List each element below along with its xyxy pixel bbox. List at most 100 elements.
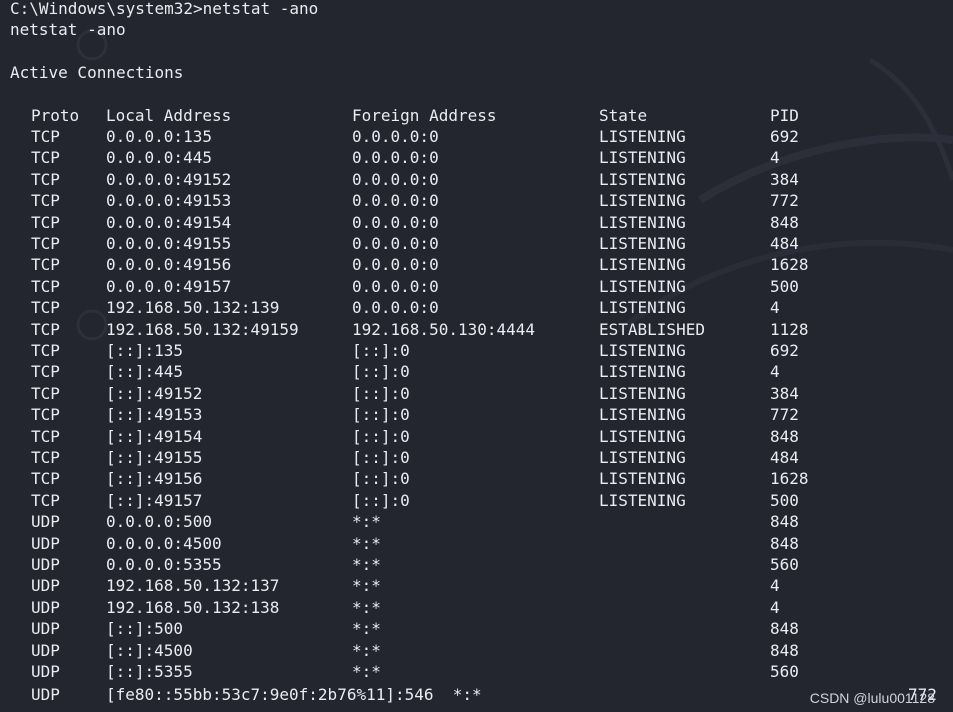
row-foreign-address: 0.0.0.0:0 [352,191,439,211]
row-proto: UDP [31,555,60,574]
terminal-output[interactable]: C:\Windows\system32>netstat -ano netstat… [10,0,953,712]
row-state: LISTENING [599,234,686,253]
row-state: LISTENING [599,405,686,425]
row-state: LISTENING [599,169,686,189]
row-pid: 848 [770,212,799,232]
header-state: State [599,106,648,125]
table-row: TCP 0.0.0.0:49154 0.0.0.0:0 LISTENING 848 [10,212,910,233]
row-local-address: [::]:500 [106,619,184,639]
row-proto: TCP [31,448,60,467]
row-foreign-address: 0.0.0.0:0 [352,298,439,318]
table-row: TCP 0.0.0.0:49152 0.0.0.0:0 LISTENING 384 [10,169,910,190]
table-row: UDP [::]:5355 *:* 560 [10,661,910,682]
row-proto: TCP [31,383,60,403]
row-proto: TCP [31,191,60,211]
row-state: LISTENING [599,212,686,232]
table-row: TCP [::]:49156 [::]:0 LISTENING 1628 [10,468,910,489]
table-row: TCP 192.168.50.132:139 0.0.0.0:0 LISTENING 4 [10,297,910,318]
row-foreign-address: [::]:0 [352,362,410,382]
table-row: TCP 0.0.0.0:445 0.0.0.0:0 LISTENING 4 [10,147,910,168]
table-row: TCP 0.0.0.0:49156 0.0.0.0:0 LISTENING 1628 [10,254,910,275]
row-foreign-address: *:* [352,533,381,553]
row-state: LISTENING [599,448,686,467]
row-proto: TCP [31,298,60,318]
row-proto: TCP [31,341,60,360]
row-local-address: [::]:5355 [106,662,193,681]
row-proto: TCP [31,469,60,489]
row-local-address: 0.0.0.0:49155 [106,234,232,253]
row-pid: 848 [770,512,799,532]
row-state: LISTENING [599,276,686,296]
row-state: LISTENING [599,341,686,360]
row-proto: TCP [31,148,60,168]
row-local-address: 0.0.0.0:49156 [106,255,232,275]
table-row: TCP 0.0.0.0:49157 0.0.0.0:0 LISTENING 500 [10,276,910,297]
row-foreign-address: 0.0.0.0:0 [352,255,439,275]
row-local-and-foreign: [fe80::55bb:53c7:9e0f:2b76%11]:546 *:* [106,685,482,704]
row-pid: 4 [770,597,780,617]
row-pid: 1628 [770,469,809,489]
row-state: LISTENING [599,148,686,168]
row-proto: TCP [31,405,60,425]
row-foreign-address: [::]:0 [352,341,410,360]
row-foreign-address: *:* [352,619,381,639]
section-title: Active Connections [10,63,184,82]
row-foreign-address: [::]:0 [352,426,410,446]
table-row: UDP [::]:500 *:* 848 [10,618,910,639]
row-local-address: 0.0.0.0:500 [106,512,212,532]
row-foreign-address: 0.0.0.0:0 [352,148,439,168]
row-local-address: 0.0.0.0:49152 [106,169,232,189]
row-local-address: [::]:49152 [106,383,203,403]
row-pid: 4 [770,148,780,168]
table-row: UDP 0.0.0.0:5355 *:* 560 [10,554,910,575]
command-echo-line: netstat -ano [10,20,126,39]
row-foreign-address: 0.0.0.0:0 [352,169,439,189]
row-pid: 848 [770,426,799,446]
row-proto: UDP [31,619,60,639]
row-state: LISTENING [599,191,686,211]
row-local-address: [::]:49157 [106,490,203,510]
row-pid: 1628 [770,255,809,275]
row-proto: TCP [31,212,60,232]
row-pid: 384 [770,383,799,403]
header-pid: PID [770,106,799,125]
row-local-address: [::]:49153 [106,405,203,425]
row-pid: 692 [770,341,799,360]
row-pid: 500 [770,490,799,510]
table-header: Proto Local Address Foreign Address Stat… [10,105,910,126]
command-prompt-line: C:\Windows\system32>netstat -ano [10,0,319,18]
row-proto: UDP [31,662,60,681]
row-pid: 560 [770,555,799,574]
row-pid: 4 [770,298,780,318]
row-proto: UDP [31,685,60,704]
row-proto: TCP [31,169,60,189]
row-pid: 4 [770,576,780,596]
row-pid: 772 [770,191,799,211]
table-row: UDP 0.0.0.0:4500 *:* 848 [10,533,910,554]
row-pid: 1128 [770,319,809,339]
header-proto: Proto [31,106,80,125]
table-row: TCP [::]:135 [::]:0 LISTENING 692 [10,340,910,361]
table-row: TCP [::]:49152 [::]:0 LISTENING 384 [10,383,910,404]
row-foreign-address: 0.0.0.0:0 [352,212,439,232]
table-row: TCP 0.0.0.0:49153 0.0.0.0:0 LISTENING 772 [10,190,910,211]
table-row: TCP [::]:49153 [::]:0 LISTENING 772 [10,404,910,425]
row-proto: TCP [31,362,60,382]
row-local-address: [::]:4500 [106,640,193,660]
row-pid: 560 [770,662,799,681]
row-state: LISTENING [599,469,686,489]
row-proto: UDP [31,576,60,596]
row-proto: UDP [31,597,60,617]
row-foreign-address: *:* [352,555,381,574]
row-local-address: 192.168.50.132:49159 [106,319,299,339]
row-local-address: [::]:49154 [106,426,203,446]
row-foreign-address: 0.0.0.0:0 [352,234,439,253]
table-row: TCP [::]:49154 [::]:0 LISTENING 848 [10,426,910,447]
table-row: UDP 192.168.50.132:137 *:* 4 [10,575,910,596]
row-local-address: [::]:445 [106,362,184,382]
row-local-address: 0.0.0.0:49154 [106,212,232,232]
row-foreign-address: [::]:0 [352,405,410,425]
row-foreign-address: *:* [352,662,381,681]
row-local-address: 0.0.0.0:49153 [106,191,232,211]
row-proto: TCP [31,234,60,253]
